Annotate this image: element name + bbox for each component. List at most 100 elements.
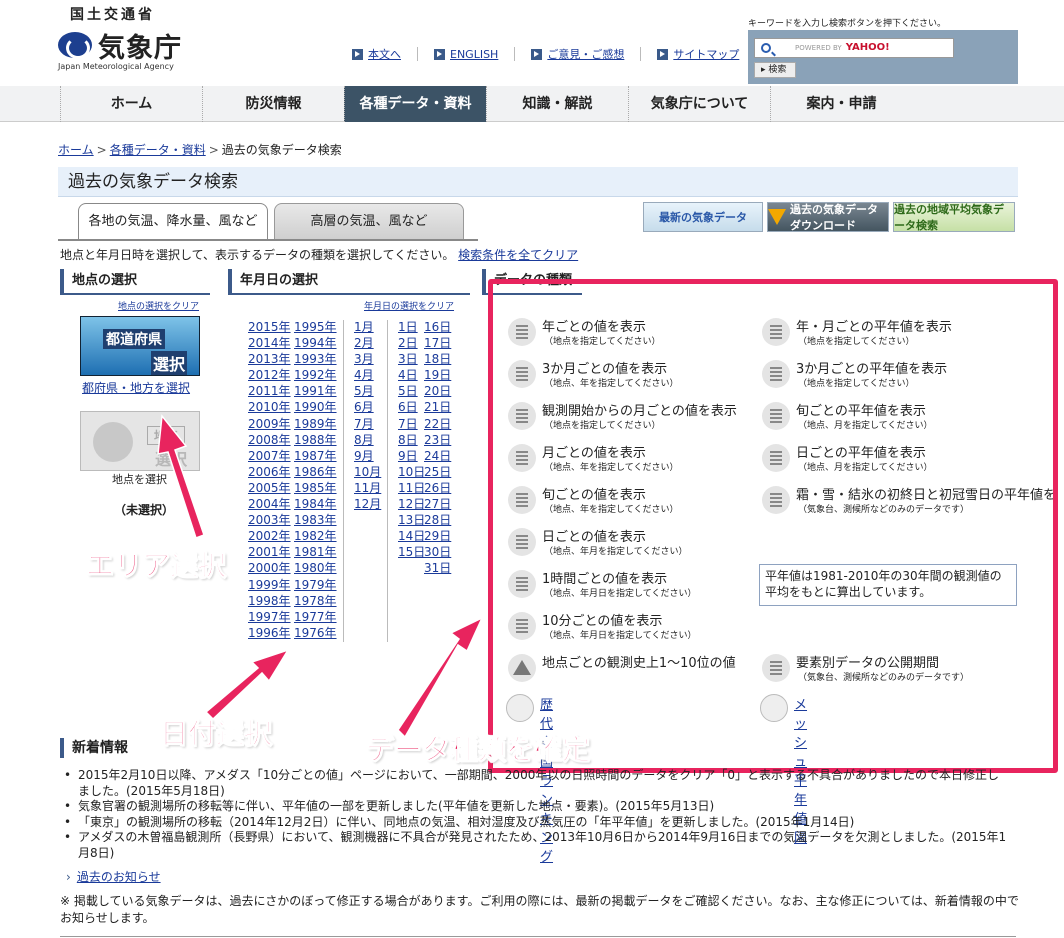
year-link[interactable]: 1998年 [248, 593, 291, 609]
year-link[interactable]: 2001年 [248, 544, 291, 560]
year-link[interactable]: 1981年 [294, 544, 337, 560]
year-link[interactable]: 2006年 [248, 464, 291, 480]
clear-date-link[interactable]: 年月日の選択をクリア [364, 299, 454, 312]
nav-knowledge[interactable]: 知識・解説 [486, 86, 628, 122]
day-link[interactable]: 25日 [424, 464, 451, 480]
month-link[interactable]: 8月 [354, 432, 381, 448]
day-link[interactable]: 19日 [424, 367, 451, 383]
month-link[interactable]: 9月 [354, 448, 381, 464]
site-logo[interactable]: 気象庁 [98, 26, 182, 65]
clear-all-link[interactable]: 検索条件を全てクリア [458, 248, 578, 262]
year-link[interactable]: 1984年 [294, 496, 337, 512]
regional-average-banner[interactable]: 過去の地域平均気象データ検索 [893, 202, 1015, 232]
year-link[interactable]: 2011年 [248, 383, 291, 399]
year-link[interactable]: 1999年 [248, 577, 291, 593]
year-link[interactable]: 1991年 [294, 383, 337, 399]
year-link[interactable]: 1982年 [294, 528, 337, 544]
year-link[interactable]: 2013年 [248, 351, 291, 367]
prefecture-select-button[interactable]: 都道府県 選択 [80, 316, 200, 376]
day-link[interactable]: 30日 [424, 544, 451, 560]
year-link[interactable]: 2014年 [248, 335, 291, 351]
year-link[interactable]: 1992年 [294, 367, 337, 383]
year-link[interactable]: 2002年 [248, 528, 291, 544]
day-link[interactable]: 6日 [398, 399, 425, 415]
year-link[interactable]: 1997年 [248, 609, 291, 625]
clear-point-link[interactable]: 地点の選択をクリア [118, 299, 199, 312]
top-link-feedback[interactable]: ご意見・ご感想 [531, 46, 642, 62]
past-news-link[interactable]: › 過去のお知らせ [66, 868, 161, 885]
month-link[interactable]: 2月 [354, 335, 381, 351]
year-link[interactable]: 2004年 [248, 496, 291, 512]
search-input[interactable]: POWERED BY YAHOO! [754, 38, 954, 58]
year-link[interactable]: 1983年 [294, 512, 337, 528]
top-link-sitemap[interactable]: サイトマップ [657, 46, 739, 62]
year-link[interactable]: 1994年 [294, 335, 337, 351]
latest-data-banner[interactable]: 最新の気象データ [643, 202, 763, 232]
year-link[interactable]: 2007年 [248, 448, 291, 464]
year-link[interactable]: 1988年 [294, 432, 337, 448]
day-link[interactable]: 22日 [424, 416, 451, 432]
day-link[interactable]: 23日 [424, 432, 451, 448]
day-link[interactable]: 14日 [398, 528, 425, 544]
year-link[interactable]: 2003年 [248, 512, 291, 528]
prefecture-select-link[interactable]: 都府県・地方を選択 [82, 379, 190, 396]
year-link[interactable]: 1986年 [294, 464, 337, 480]
day-link[interactable]: 9日 [398, 448, 425, 464]
month-link[interactable]: 7月 [354, 416, 381, 432]
month-link[interactable]: 1月 [354, 319, 381, 335]
breadcrumb-home[interactable]: ホーム [58, 143, 94, 157]
breadcrumb-data[interactable]: 各種データ・資料 [110, 143, 206, 157]
year-link[interactable]: 1989年 [294, 416, 337, 432]
year-link[interactable]: 2000年 [248, 560, 291, 576]
day-link[interactable]: 10日 [398, 464, 425, 480]
day-link[interactable]: 21日 [424, 399, 451, 415]
nav-home[interactable]: ホーム [60, 86, 202, 122]
nav-guide[interactable]: 案内・申請 [770, 86, 912, 122]
day-link[interactable]: 15日 [398, 544, 425, 560]
top-link-english[interactable]: ENGLISH [434, 46, 516, 62]
year-link[interactable]: 1996年 [248, 625, 291, 641]
nav-data[interactable]: 各種データ・資料 [344, 86, 486, 122]
day-link[interactable]: 16日 [424, 319, 451, 335]
year-link[interactable]: 1987年 [294, 448, 337, 464]
download-banner[interactable]: 過去の気象データ ダウンロード [767, 202, 889, 232]
day-link[interactable]: 18日 [424, 351, 451, 367]
day-link[interactable]: 12日 [398, 496, 425, 512]
year-link[interactable]: 2015年 [248, 319, 291, 335]
point-select-button[interactable]: 地点 選択 [80, 411, 200, 471]
year-link[interactable]: 2008年 [248, 432, 291, 448]
year-link[interactable]: 1976年 [294, 625, 337, 641]
day-link[interactable]: 4日 [398, 367, 425, 383]
year-link[interactable]: 1978年 [294, 593, 337, 609]
year-link[interactable]: 1993年 [294, 351, 337, 367]
day-link[interactable]: 26日 [424, 480, 451, 496]
day-link[interactable]: 3日 [398, 351, 425, 367]
year-link[interactable]: 1990年 [294, 399, 337, 415]
day-link[interactable]: 17日 [424, 335, 451, 351]
search-button[interactable]: ▸ 検索 [754, 62, 796, 78]
day-link[interactable]: 24日 [424, 448, 451, 464]
month-link[interactable]: 3月 [354, 351, 381, 367]
year-link[interactable]: 1995年 [294, 319, 337, 335]
year-link[interactable]: 1985年 [294, 480, 337, 496]
year-link[interactable]: 1980年 [294, 560, 337, 576]
year-link[interactable]: 2012年 [248, 367, 291, 383]
day-link[interactable]: 11日 [398, 480, 425, 496]
day-link[interactable]: 8日 [398, 432, 425, 448]
tab-upper-air[interactable]: 高層の気温、風など [274, 203, 464, 239]
month-link[interactable]: 5月 [354, 383, 381, 399]
day-link[interactable]: 7日 [398, 416, 425, 432]
day-link[interactable]: 20日 [424, 383, 451, 399]
tab-surface[interactable]: 各地の気温、降水量、風など [78, 203, 268, 239]
day-link[interactable]: 28日 [424, 512, 451, 528]
day-link[interactable]: 31日 [424, 560, 451, 576]
day-link[interactable]: 5日 [398, 383, 425, 399]
year-link[interactable]: 2009年 [248, 416, 291, 432]
year-link[interactable]: 1977年 [294, 609, 337, 625]
top-link-main[interactable]: 本文へ [352, 46, 418, 62]
year-link[interactable]: 2005年 [248, 480, 291, 496]
month-link[interactable]: 10月 [354, 464, 381, 480]
nav-about[interactable]: 気象庁について [628, 86, 770, 122]
year-link[interactable]: 2010年 [248, 399, 291, 415]
month-link[interactable]: 12月 [354, 496, 381, 512]
